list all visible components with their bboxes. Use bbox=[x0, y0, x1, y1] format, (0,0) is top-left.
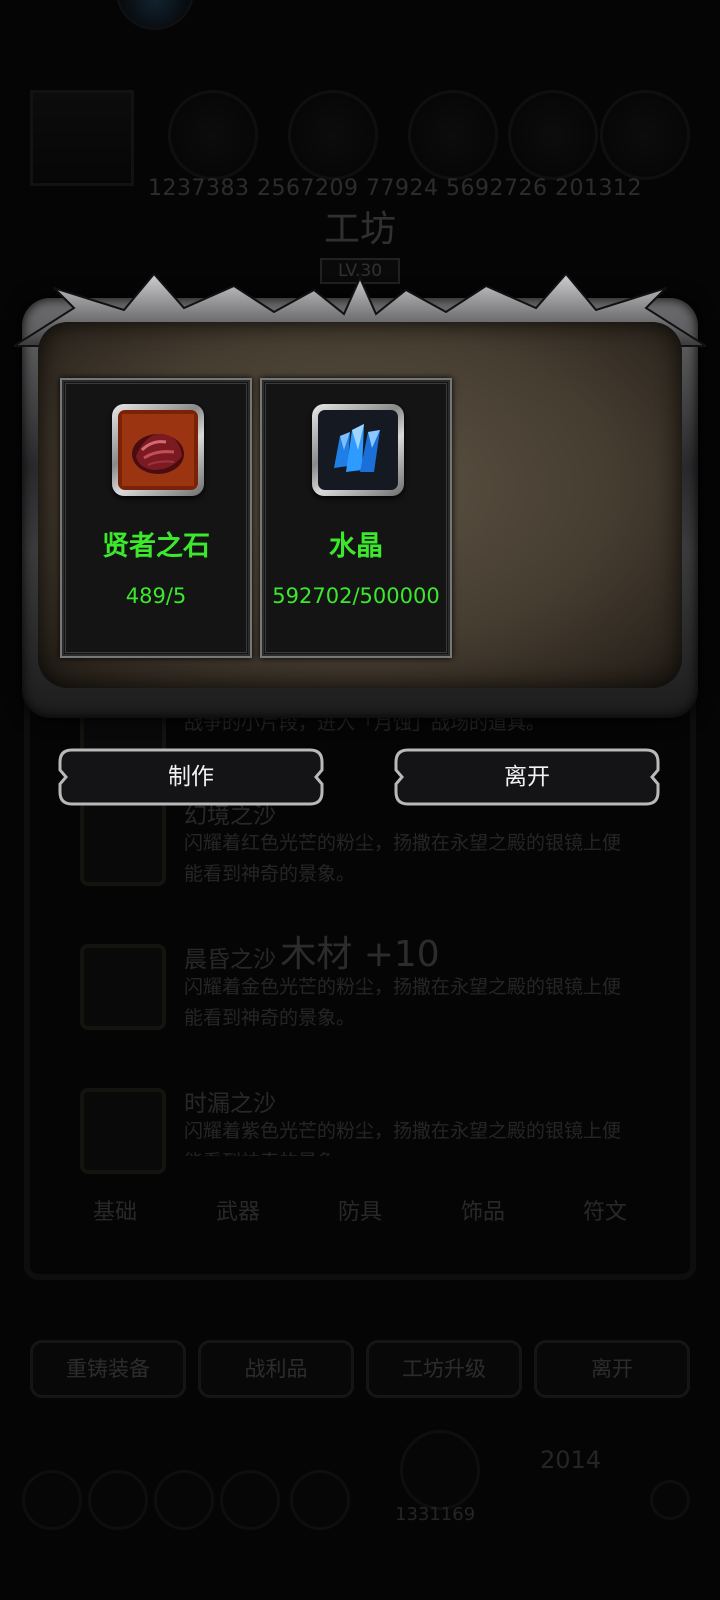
tab-rune[interactable]: 符文 bbox=[550, 1178, 660, 1248]
leave-workshop-button[interactable]: 离开 bbox=[534, 1340, 690, 1398]
gold-icon bbox=[168, 90, 258, 180]
bottom-value: 1331169 bbox=[395, 1504, 476, 1525]
bottom-nav: 1331169 2014 bbox=[0, 1430, 720, 1550]
sage-stone-icon bbox=[112, 404, 204, 496]
item-desc: 闪耀着金色光芒的粉尘，扬撒在永望之殿的银镜上便能看到神奇的景象。 bbox=[184, 976, 622, 1029]
material-name: 水晶 bbox=[329, 531, 383, 562]
resource-value: 1237383 bbox=[148, 176, 250, 201]
resource-row: 1237383 2567209 77924 5692726 201312 bbox=[30, 90, 690, 201]
nav-icon[interactable] bbox=[154, 1470, 214, 1530]
material-card[interactable]: 贤者之石 489/5 bbox=[60, 378, 252, 658]
nav-icon[interactable] bbox=[88, 1470, 148, 1530]
craft-button-label: 制作 bbox=[168, 764, 214, 790]
hero-portrait[interactable] bbox=[30, 90, 134, 186]
item-desc: 闪耀着紫色光芒的粉尘，扬撒在永望之殿的银镜上便能看到神奇的景象。 bbox=[184, 1120, 622, 1156]
craft-button[interactable]: 制作 bbox=[58, 748, 324, 806]
material-count: 489/5 bbox=[125, 584, 187, 608]
essence-icon bbox=[600, 90, 690, 180]
fingerprint-icon[interactable] bbox=[400, 1430, 480, 1510]
resource-value: 77924 bbox=[365, 176, 439, 201]
tab-accessory[interactable]: 饰品 bbox=[428, 1178, 538, 1248]
list-item[interactable]: 时漏之沙 闪耀着紫色光芒的粉尘，扬撒在永望之殿的银镜上便能看到神奇的景象。 bbox=[80, 1088, 640, 1188]
bottom-value: 2014 bbox=[540, 1446, 602, 1474]
resource-values: 1237383 2567209 77924 5692726 201312 bbox=[148, 176, 642, 201]
loot-button[interactable]: 战利品 bbox=[198, 1340, 354, 1398]
workshop-actions: 重铸装备 战利品 工坊升级 离开 bbox=[0, 1340, 720, 1400]
item-desc: 闪耀着红色光芒的粉尘，扬撒在永望之殿的银镜上便能看到神奇的景象。 bbox=[184, 832, 622, 885]
nav-icon[interactable] bbox=[290, 1470, 350, 1530]
gain-toast: 木材 +10 bbox=[280, 934, 440, 975]
nav-icon[interactable] bbox=[22, 1470, 82, 1530]
material-name: 贤者之石 bbox=[102, 531, 210, 562]
upgrade-workshop-button[interactable]: 工坊升级 bbox=[366, 1340, 522, 1398]
purple-sand-icon bbox=[80, 1088, 166, 1174]
resource-value: 5692726 bbox=[445, 176, 548, 201]
workshop-title: 工坊 bbox=[323, 209, 396, 250]
material-card[interactable]: 水晶 592702/500000 bbox=[260, 378, 452, 658]
crystal-icon bbox=[312, 404, 404, 496]
category-tabs: 基础 武器 防具 饰品 符文 bbox=[60, 1178, 660, 1248]
settings-icon[interactable] bbox=[650, 1480, 690, 1520]
craft-materials-dialog: 贤者之石 489/5 水晶 592702/500000 bbox=[14, 268, 706, 728]
material-count: 592702/500000 bbox=[272, 584, 440, 608]
leave-button-label: 离开 bbox=[504, 764, 550, 790]
nav-icon[interactable] bbox=[220, 1470, 280, 1530]
player-avatar[interactable] bbox=[116, 0, 194, 30]
list-item[interactable]: 幻境之沙 闪耀着红色光芒的粉尘，扬撒在永望之殿的银镜上便能看到神奇的景象。 bbox=[80, 800, 640, 900]
ore-icon bbox=[408, 90, 498, 180]
tab-basic[interactable]: 基础 bbox=[60, 1178, 170, 1248]
tab-armor[interactable]: 防具 bbox=[305, 1178, 415, 1248]
item-name: 时漏之沙 bbox=[184, 1091, 276, 1117]
leave-button[interactable]: 离开 bbox=[394, 748, 660, 806]
red-sand-icon bbox=[80, 800, 166, 886]
tab-weapon[interactable]: 武器 bbox=[183, 1178, 293, 1248]
wood-icon bbox=[288, 90, 378, 180]
gem-icon bbox=[508, 90, 598, 180]
resource-value: 2567209 bbox=[256, 176, 359, 201]
resource-value: 201312 bbox=[554, 176, 642, 201]
reforge-button[interactable]: 重铸装备 bbox=[30, 1340, 186, 1398]
